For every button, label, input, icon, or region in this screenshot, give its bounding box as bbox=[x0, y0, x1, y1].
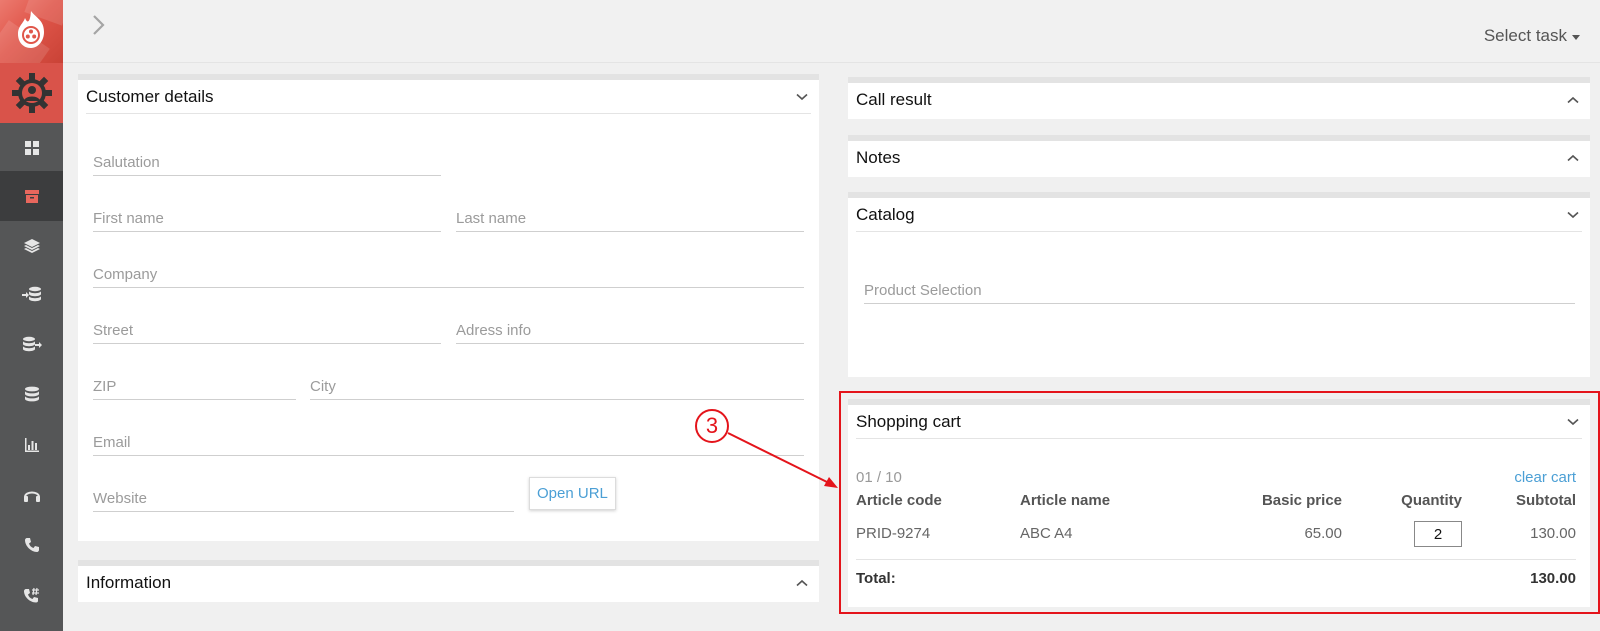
cart-item-count: 01 / 10 bbox=[856, 469, 902, 486]
information-title: Information bbox=[86, 573, 172, 592]
annotation-callout: 3 bbox=[695, 409, 729, 443]
customer-details-header[interactable]: Customer details bbox=[86, 80, 811, 114]
clear-cart-link[interactable]: clear cart bbox=[1514, 469, 1576, 486]
catalog-header[interactable]: Catalog bbox=[856, 198, 1582, 232]
chevron-right-icon bbox=[93, 15, 105, 35]
bar-chart-icon bbox=[24, 438, 39, 452]
select-task-label: Select task bbox=[1483, 26, 1567, 45]
catalog-panel: Catalog bbox=[848, 192, 1590, 377]
sidebar-item-agent[interactable] bbox=[0, 470, 63, 520]
sidebar-item-dialer[interactable] bbox=[0, 570, 63, 620]
street-field[interactable] bbox=[93, 318, 441, 344]
call-result-title: Call result bbox=[856, 90, 932, 109]
column-subtotal: Subtotal bbox=[1516, 492, 1576, 509]
product-selection-input[interactable] bbox=[864, 278, 1575, 303]
total-value: 130.00 bbox=[1530, 570, 1576, 587]
street-input[interactable] bbox=[93, 318, 441, 343]
sidebar-item-layers[interactable] bbox=[0, 221, 63, 271]
city-field[interactable] bbox=[310, 374, 804, 400]
product-selection-field[interactable] bbox=[864, 278, 1575, 304]
address-info-field[interactable] bbox=[456, 318, 804, 344]
layers-icon bbox=[23, 239, 40, 253]
sidebar-item-archive[interactable] bbox=[0, 171, 63, 221]
company-field[interactable] bbox=[93, 262, 804, 288]
flame-reel-icon bbox=[18, 11, 44, 48]
select-task-dropdown[interactable]: Select task bbox=[1484, 26, 1580, 46]
customer-details-title: Customer details bbox=[86, 86, 214, 106]
sidebar-item-reports[interactable] bbox=[0, 420, 63, 470]
shopping-cart-header[interactable]: Shopping cart bbox=[856, 405, 1582, 439]
chevron-up-icon[interactable] bbox=[1564, 91, 1582, 109]
agent-avatar[interactable] bbox=[0, 63, 63, 123]
cart-divider bbox=[856, 559, 1576, 560]
cell-basic-price: 65.00 bbox=[1304, 525, 1342, 542]
chevron-down-icon[interactable] bbox=[1564, 206, 1582, 224]
sidebar-item-database[interactable] bbox=[0, 370, 63, 420]
database-import-icon bbox=[21, 286, 41, 302]
information-panel: Information bbox=[78, 560, 819, 602]
column-quantity: Quantity bbox=[1401, 492, 1462, 509]
phone-hash-icon bbox=[23, 587, 39, 603]
first-name-field[interactable] bbox=[93, 206, 441, 232]
gear-agent-icon bbox=[11, 73, 52, 113]
caret-down-icon bbox=[1572, 34, 1580, 40]
column-basic-price: Basic price bbox=[1261, 492, 1342, 509]
expand-sidebar-button[interactable] bbox=[91, 14, 107, 40]
last-name-field[interactable] bbox=[456, 206, 804, 232]
company-input[interactable] bbox=[93, 262, 804, 287]
call-result-panel: Call result bbox=[848, 77, 1590, 119]
catalog-title: Catalog bbox=[856, 204, 915, 224]
database-icon bbox=[24, 386, 39, 402]
city-input[interactable] bbox=[310, 374, 804, 399]
cart-table-header: Article code Article name Basic price Qu… bbox=[856, 489, 1576, 513]
open-url-button[interactable]: Open URL bbox=[529, 477, 616, 510]
phone-icon bbox=[24, 538, 39, 552]
column-article-name: Article name bbox=[1020, 492, 1111, 509]
total-label: Total: bbox=[856, 570, 896, 587]
quantity-input[interactable] bbox=[1414, 521, 1462, 547]
cell-subtotal: 130.00 bbox=[1530, 525, 1576, 542]
cell-article-code: PRID-9274 bbox=[856, 525, 931, 542]
chevron-up-icon[interactable] bbox=[793, 574, 811, 592]
notes-header[interactable]: Notes bbox=[856, 141, 1582, 175]
database-export-icon bbox=[22, 336, 42, 352]
zip-input[interactable] bbox=[93, 374, 296, 399]
headset-icon bbox=[23, 491, 40, 502]
sidebar-item-dashboard[interactable] bbox=[0, 123, 63, 173]
sidebar-item-import[interactable] bbox=[0, 270, 63, 320]
sidebar bbox=[0, 0, 63, 631]
table-row: PRID-9274 ABC A4 65.00 130.00 bbox=[856, 521, 1576, 547]
first-name-input[interactable] bbox=[93, 206, 441, 231]
website-field[interactable] bbox=[93, 486, 514, 512]
salutation-input[interactable] bbox=[93, 150, 441, 175]
sidebar-item-export[interactable] bbox=[0, 320, 63, 370]
chevron-up-icon[interactable] bbox=[1564, 149, 1582, 167]
website-input[interactable] bbox=[93, 486, 514, 511]
dashboard-icon bbox=[24, 141, 39, 155]
call-result-header[interactable]: Call result bbox=[856, 83, 1582, 117]
cell-article-name: ABC A4 bbox=[1020, 525, 1073, 542]
notes-panel: Notes bbox=[848, 135, 1590, 177]
column-article-code: Article code bbox=[856, 492, 942, 509]
information-header[interactable]: Information bbox=[86, 566, 811, 600]
shopping-cart-panel: Shopping cart 01 / 10 clear cart Article… bbox=[848, 399, 1590, 607]
chevron-down-icon[interactable] bbox=[793, 88, 811, 106]
cart-total-row: Total: 130.00 bbox=[856, 567, 1576, 591]
archive-icon bbox=[24, 190, 39, 203]
zip-field[interactable] bbox=[93, 374, 296, 400]
sidebar-item-calls[interactable] bbox=[0, 520, 63, 570]
salutation-field[interactable] bbox=[93, 150, 441, 176]
last-name-input[interactable] bbox=[456, 206, 804, 231]
notes-title: Notes bbox=[856, 148, 901, 167]
chevron-down-icon[interactable] bbox=[1564, 413, 1582, 431]
shopping-cart-title: Shopping cart bbox=[856, 411, 961, 431]
address-info-input[interactable] bbox=[456, 318, 804, 343]
top-bar: Select task bbox=[63, 0, 1600, 63]
app-logo[interactable] bbox=[0, 0, 63, 63]
customer-details-panel: Customer details Open URL bbox=[78, 74, 819, 541]
